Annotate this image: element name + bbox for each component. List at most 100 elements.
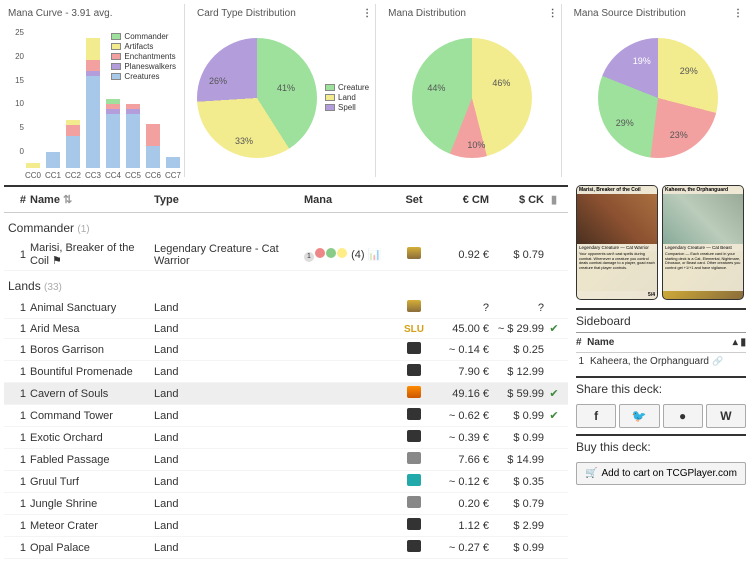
set-code: SLU bbox=[404, 324, 424, 335]
table-row[interactable]: 1 Arid Mesa Land SLU 45.00 € ~ $ 29.99 ✔ bbox=[4, 319, 568, 339]
col-cm[interactable]: € CM bbox=[434, 194, 489, 206]
share-header: Share this deck: bbox=[576, 376, 746, 400]
cell-type: Land bbox=[154, 302, 304, 314]
cell-cm: ~ 0.12 € bbox=[434, 476, 489, 488]
chart-mana-source: Mana Source Distribution ⋮ 29% 23% 29% 19… bbox=[570, 4, 746, 177]
collection-icon[interactable]: ▮ bbox=[551, 194, 557, 206]
pie-mana-source: 29% 23% 29% 19% bbox=[598, 38, 718, 158]
table-row[interactable]: 1 Animal Sanctuary Land ? ? bbox=[4, 297, 568, 319]
cell-ck: $ 0.99 bbox=[489, 432, 544, 444]
more-icon[interactable]: ⋮ bbox=[733, 8, 742, 19]
cell-check: ✔ bbox=[544, 322, 564, 335]
col-ck[interactable]: $ CK bbox=[489, 194, 544, 206]
table-row[interactable]: 1 Exotic Orchard Land ~ 0.39 € $ 0.99 bbox=[4, 427, 568, 449]
stats-icon[interactable]: 📊 bbox=[368, 249, 382, 261]
cell-set bbox=[394, 452, 434, 467]
set-icon bbox=[407, 430, 421, 442]
sort-icon[interactable]: ▴ ▮ bbox=[733, 337, 746, 348]
cell-ck: $ 0.79 bbox=[489, 249, 544, 261]
cell-cm: 0.92 € bbox=[434, 249, 489, 261]
cell-type: Land bbox=[154, 476, 304, 488]
buy-tcgplayer-button[interactable]: 🛒Add to cart on TCGPlayer.com bbox=[576, 462, 746, 485]
link-icon: 🔗 bbox=[712, 356, 723, 367]
cell-set: SLU bbox=[394, 323, 434, 335]
cell-set bbox=[394, 300, 434, 315]
set-icon bbox=[407, 496, 421, 508]
cell-ck: ? bbox=[489, 302, 544, 314]
table-row[interactable]: 1 Bountiful Promenade Land 7.90 € $ 12.9… bbox=[4, 361, 568, 383]
share-facebook[interactable]: f bbox=[576, 404, 616, 428]
cell-qty: 1 bbox=[8, 249, 30, 261]
cell-name: Marisi, Breaker of the Coil bbox=[30, 242, 135, 267]
set-icon bbox=[407, 540, 421, 552]
cell-type: Land bbox=[154, 432, 304, 444]
sort-icon[interactable]: ⇅ bbox=[63, 194, 72, 206]
cell-qty: 1 bbox=[8, 388, 30, 400]
more-icon[interactable]: ⋮ bbox=[362, 8, 371, 19]
share-twitter[interactable]: 🐦 bbox=[619, 404, 659, 428]
cell-type: Land bbox=[154, 410, 304, 422]
cell-qty: 1 bbox=[8, 344, 30, 356]
cell-set bbox=[394, 364, 434, 379]
cell-type: Land bbox=[154, 388, 304, 400]
cell-cm: 45.00 € bbox=[434, 323, 489, 335]
cell-ck: $ 0.99 bbox=[489, 410, 544, 422]
more-icon[interactable]: ⋮ bbox=[548, 8, 557, 19]
cell-mana: 1 (4) 📊 bbox=[304, 248, 394, 262]
card-preview-companion[interactable]: Kaheera, the Orphanguard Legendary Creat… bbox=[662, 185, 744, 300]
set-icon bbox=[407, 386, 421, 398]
flag-icon: ⚑ bbox=[52, 255, 62, 267]
cell-name: Command Tower bbox=[30, 410, 154, 422]
cell-name: Animal Sanctuary bbox=[30, 302, 154, 314]
sideboard-row[interactable]: 1 Kaheera, the Orphanguard🔗 bbox=[576, 353, 746, 370]
cell-set bbox=[394, 342, 434, 357]
set-icon bbox=[407, 342, 421, 354]
col-set[interactable]: Set bbox=[394, 194, 434, 206]
set-icon bbox=[407, 364, 421, 376]
cell-type: Land bbox=[154, 344, 304, 356]
table-row[interactable]: 1 Jungle Shrine Land 0.20 € $ 0.79 bbox=[4, 493, 568, 515]
cell-qty: 1 bbox=[8, 542, 30, 554]
table-row[interactable]: 1 Fabled Passage Land 7.66 € $ 14.99 bbox=[4, 449, 568, 471]
cell-set bbox=[394, 386, 434, 401]
bar-cc6: CC6 bbox=[146, 124, 160, 168]
set-icon bbox=[407, 408, 421, 420]
share-reddit[interactable]: ● bbox=[663, 404, 703, 428]
cell-type: Land bbox=[154, 366, 304, 378]
col-type[interactable]: Type bbox=[154, 194, 304, 206]
cell-name: Boros Garrison bbox=[30, 344, 154, 356]
table-row[interactable]: 1 Gruul Turf Land ~ 0.12 € $ 0.35 bbox=[4, 471, 568, 493]
col-qty[interactable]: # bbox=[8, 194, 30, 206]
col-mana[interactable]: Mana bbox=[304, 194, 394, 206]
share-vk[interactable]: W bbox=[706, 404, 746, 428]
cell-name: Opal Palace bbox=[30, 542, 154, 554]
cell-ck: $ 59.99 bbox=[489, 388, 544, 400]
sideboard-cols: # Name ▴ ▮ bbox=[576, 333, 746, 353]
table-row[interactable]: 1 Meteor Crater Land 1.12 € $ 2.99 bbox=[4, 515, 568, 537]
table-row[interactable]: 1 Opal Palace Land ~ 0.27 € $ 0.99 bbox=[4, 537, 568, 559]
table-row[interactable]: 1 Boros Garrison Land ~ 0.14 € $ 0.25 bbox=[4, 339, 568, 361]
table-row[interactable]: 1 Command Tower Land ~ 0.62 € $ 0.99 ✔ bbox=[4, 405, 568, 427]
deck-table: # Name ⇅ Type Mana Set € CM $ CK ▮ Comma… bbox=[4, 185, 568, 559]
col-name[interactable]: Name bbox=[30, 194, 60, 206]
cell-set bbox=[394, 518, 434, 533]
cell-cm: ~ 0.39 € bbox=[434, 432, 489, 444]
cell-cm: ~ 0.27 € bbox=[434, 542, 489, 554]
cell-ck: $ 0.99 bbox=[489, 542, 544, 554]
chart-title: Mana Source Distribution bbox=[574, 8, 686, 19]
cell-cm: 1.12 € bbox=[434, 520, 489, 532]
cell-set bbox=[394, 408, 434, 423]
cell-qty: 1 bbox=[8, 366, 30, 378]
table-row[interactable]: 1 Cavern of Souls Land 49.16 € $ 59.99 ✔ bbox=[4, 383, 568, 405]
cell-set bbox=[394, 474, 434, 489]
sideboard-header: Sideboard bbox=[576, 308, 746, 333]
cell-set bbox=[394, 496, 434, 511]
cell-cm: 0.20 € bbox=[434, 498, 489, 510]
commander-row[interactable]: 1 Marisi, Breaker of the Coil ⚑ Legendar… bbox=[4, 239, 568, 271]
cell-qty: 1 bbox=[8, 498, 30, 510]
cell-cm: ~ 0.14 € bbox=[434, 344, 489, 356]
set-icon bbox=[407, 452, 421, 464]
card-preview-commander[interactable]: Marisi, Breaker of the Coil Legendary Cr… bbox=[576, 185, 658, 300]
cell-check: ✔ bbox=[544, 409, 564, 422]
section-commander: Commander (1) bbox=[4, 213, 568, 239]
